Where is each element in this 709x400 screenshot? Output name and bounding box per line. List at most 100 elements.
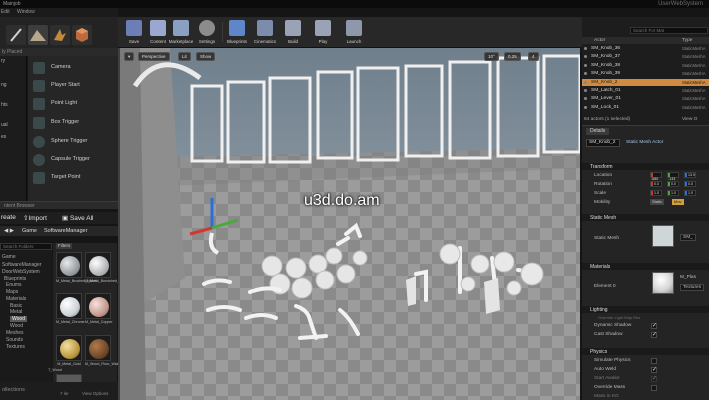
lit-button[interactable]: Lit <box>178 52 191 61</box>
cast-shadow-checkbox[interactable] <box>651 331 657 338</box>
category-item[interactable]: ry <box>1 58 5 64</box>
settings-button[interactable]: Settings <box>194 19 220 46</box>
asset-tile[interactable]: M_Metal_Burnished_Steel <box>85 252 127 290</box>
place-item-player-start[interactable]: Player Start <box>31 78 115 94</box>
show-button[interactable]: Show <box>196 52 216 61</box>
create-button[interactable]: reate <box>1 214 16 221</box>
tree-item[interactable]: Game <box>2 254 16 260</box>
perspective-button[interactable]: Perspective <box>138 52 170 61</box>
mobility-movable[interactable]: Mov <box>672 199 684 205</box>
auto-weld-checkbox[interactable] <box>651 366 657 373</box>
save-all-button[interactable]: ▣ Save All <box>62 214 93 222</box>
transform-section[interactable]: Transform <box>582 163 709 170</box>
tree-item[interactable]: Materials <box>6 296 26 302</box>
tree-item[interactable]: Meshes <box>6 330 24 336</box>
category-item[interactable]: ng <box>1 82 7 88</box>
paint-mode-button[interactable] <box>28 25 48 45</box>
simulate-physics-checkbox[interactable] <box>651 358 657 364</box>
viewport-menu-button[interactable]: ▾ <box>124 52 135 61</box>
back-icon[interactable]: ◀ ▶ <box>4 228 14 234</box>
recently-placed-label[interactable]: ly Placed <box>2 49 22 55</box>
play-button[interactable]: Play <box>310 19 336 46</box>
tree-item[interactable]: Textures <box>6 344 25 350</box>
collections-label[interactable]: ollections <box>2 387 25 393</box>
static-mesh-combo[interactable]: SM_ <box>680 234 696 241</box>
lighting-section[interactable]: Lighting <box>582 306 709 313</box>
eye-icon[interactable] <box>584 80 587 84</box>
place-item-capsule-trigger[interactable]: Capsule Trigger <box>31 152 115 168</box>
eye-icon[interactable] <box>584 72 587 76</box>
place-item-target-point[interactable]: Target Point <box>31 170 115 186</box>
scale-x[interactable]: 1.0 <box>650 190 662 196</box>
outliner-row[interactable]: SM_Knob_38 StaticMeshA <box>582 62 709 69</box>
geometry-mode-button[interactable] <box>72 25 92 45</box>
tree-item[interactable]: Enums <box>6 282 22 288</box>
place-mode-button[interactable] <box>6 25 26 45</box>
place-item-box-trigger[interactable]: Box Trigger <box>31 115 115 131</box>
eye-icon[interactable] <box>584 89 587 92</box>
outliner-row[interactable]: SM_Lever_01 StaticMeshA <box>582 95 709 102</box>
scale-y[interactable]: 1.0 <box>667 190 679 196</box>
physics-section[interactable]: Physics <box>582 348 709 355</box>
camera-speed-button[interactable]: 4 <box>528 52 539 61</box>
tree-item[interactable]: SoftwareManager <box>2 262 41 268</box>
place-item-point-light[interactable]: Point Light <box>31 96 115 112</box>
category-item[interactable]: ual <box>1 122 8 128</box>
location-z[interactable]: 13.9 <box>684 172 696 178</box>
category-item[interactable]: hts <box>1 102 8 108</box>
angle-snap-button[interactable]: 10° <box>484 52 499 61</box>
outliner-row[interactable]: SM_Lock_01 StaticMeshA <box>582 104 709 111</box>
tree-item[interactable]: Metal <box>10 309 22 315</box>
column-actor[interactable]: Actor <box>594 38 605 43</box>
menu-window[interactable]: Window <box>17 9 35 15</box>
tree-item[interactable]: Maps <box>6 289 18 295</box>
tree-item[interactable]: DoorWebSystem <box>2 269 40 275</box>
view-options-button[interactable]: View O <box>682 117 697 122</box>
eye-icon[interactable] <box>584 105 587 109</box>
import-button[interactable]: ⇧Import <box>23 214 47 222</box>
eye-icon[interactable] <box>584 63 587 67</box>
column-type[interactable]: Type <box>682 38 692 43</box>
outliner-row[interactable]: SM_Knob_39 StaticMeshA <box>582 70 709 77</box>
mobility-static[interactable]: Static <box>650 199 665 205</box>
object-name-field[interactable]: SM_Knob_2 <box>586 139 620 147</box>
dynamic-shadow-checkbox[interactable] <box>651 322 657 329</box>
folder-search-field[interactable] <box>0 243 52 250</box>
filters-button[interactable]: Filters <box>56 243 73 249</box>
breadcrumb-game[interactable]: Game <box>22 228 37 234</box>
cinematics-button[interactable]: Cinematics <box>252 19 278 46</box>
view-options-button[interactable]: View Options <box>82 391 108 396</box>
details-tab[interactable]: Details <box>586 128 610 135</box>
asset-tile[interactable]: M_Metal_Chrome <box>56 293 85 331</box>
tree-item[interactable]: Wood <box>10 323 23 329</box>
eye-icon[interactable] <box>584 47 587 50</box>
materials-section[interactable]: Materials <box>582 263 709 270</box>
material-thumbnail[interactable] <box>652 272 674 294</box>
build-button[interactable]: Build <box>280 19 306 46</box>
menu-edit[interactable]: Edit <box>1 9 10 15</box>
asset-tile[interactable]: M_Wood_Floor_Walnut <box>85 335 123 373</box>
outliner-row[interactable]: SM_Knob_37 StaticMeshA <box>582 53 709 60</box>
tree-item[interactable]: Sounds <box>6 337 23 343</box>
rotation-z[interactable]: 0.0 <box>684 181 696 187</box>
blueprints-button[interactable]: Blueprints <box>224 19 250 46</box>
static-mesh-actor-link[interactable]: Static Mesh Actor <box>626 140 663 145</box>
override-mass-checkbox[interactable] <box>651 385 657 391</box>
rotation-x[interactable]: 0.0 <box>650 181 662 187</box>
rotation-y[interactable]: 0.0 <box>667 181 679 187</box>
folder-search-input[interactable] <box>1 244 51 249</box>
location-x[interactable]: -680 <box>650 172 662 181</box>
place-item-camera[interactable]: Camera <box>31 60 115 76</box>
outliner-search-field[interactable] <box>630 27 708 34</box>
place-item-sphere-trigger[interactable]: Sphere Trigger <box>31 134 115 150</box>
content-browser-tab[interactable]: ntent Browser <box>0 201 118 209</box>
asset-tile[interactable]: M_Metal_Brushed_Nickel <box>56 252 97 290</box>
level-viewport[interactable]: ▾ Perspective Lit Show 10° 0.25 4 u3d.do… <box>118 48 580 400</box>
static-mesh-thumbnail[interactable] <box>652 225 674 247</box>
eye-icon[interactable] <box>584 55 587 59</box>
material-source-combo[interactable]: Textures <box>680 284 705 291</box>
outliner-row[interactable]: SM_Knob_2 StaticMeshA <box>582 78 709 86</box>
outliner-row[interactable]: SM_Latch_01 StaticMeshA <box>582 87 709 94</box>
material-name[interactable]: M_Plas <box>680 275 696 280</box>
tree-item-selected[interactable]: Wood <box>10 316 27 322</box>
